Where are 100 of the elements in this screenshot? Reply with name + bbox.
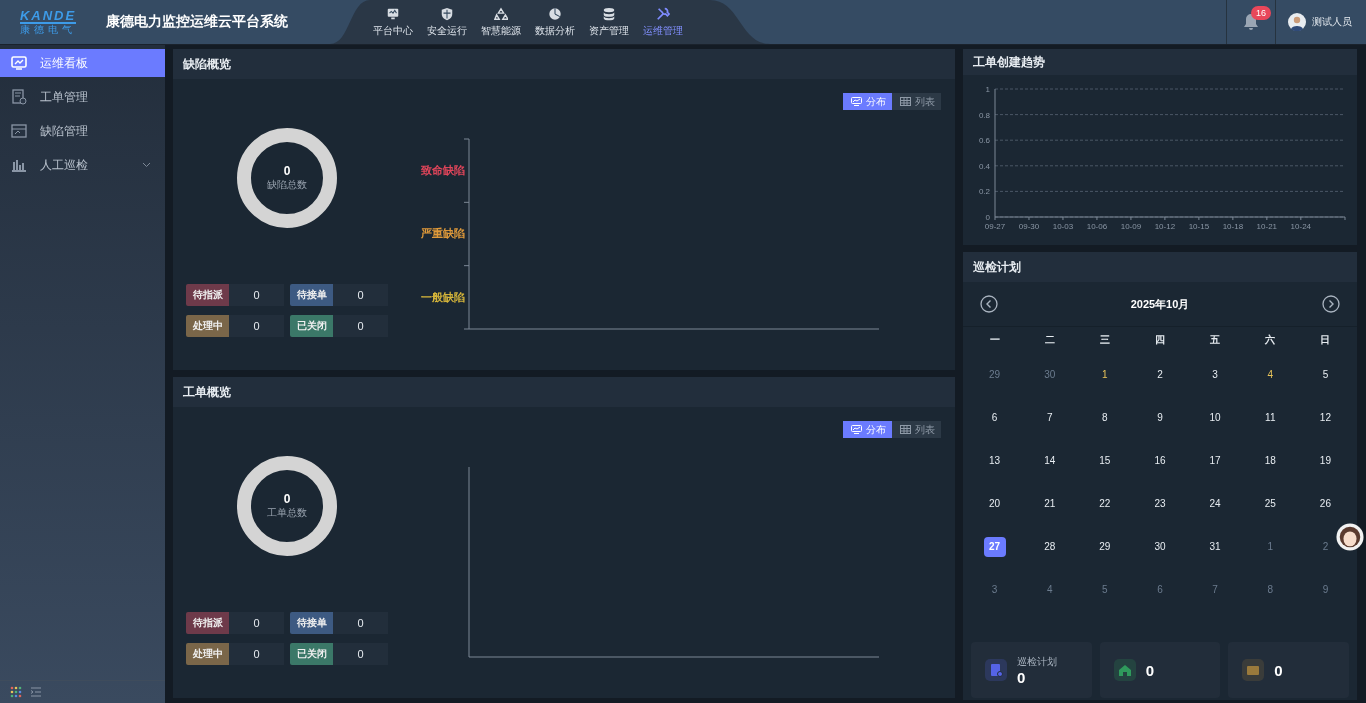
calendar-day[interactable]: 29 (986, 364, 1004, 385)
calendar-day[interactable]: 23 (1151, 493, 1169, 514)
status-count: 0 (229, 315, 284, 337)
x-tick-label: 10-21 (1256, 222, 1278, 231)
y-tick-label: 0.2 (978, 187, 990, 197)
database-icon (602, 6, 616, 21)
panel-title: 工单概览 (173, 377, 955, 407)
sidebar-item[interactable]: 人工巡检 (0, 151, 165, 179)
calendar-day[interactable]: 5 (1319, 364, 1332, 385)
apps-grid-icon[interactable] (10, 686, 22, 698)
weekday-label: 五 (1210, 333, 1221, 347)
axis-label: 致命缺陷 (421, 163, 465, 179)
assistant-avatar[interactable] (1336, 523, 1364, 551)
calendar-day[interactable]: 6 (988, 407, 1001, 428)
stat-value: 0 (1145, 661, 1154, 679)
y-tick-label: 0 (985, 213, 990, 222)
sidebar-item[interactable]: 工单管理 (0, 83, 165, 111)
view-tab[interactable]: 分布 (843, 93, 892, 110)
calendar-day[interactable]: 3 (988, 579, 1001, 600)
monitor-icon (851, 97, 862, 106)
calendar-day[interactable]: 24 (1206, 493, 1224, 514)
calendar-day[interactable]: 30 (1041, 364, 1059, 385)
user-avatar[interactable] (1288, 13, 1306, 31)
status-count: 0 (333, 315, 388, 337)
calendar-day[interactable]: 26 (1316, 493, 1334, 514)
calendar-day[interactable]: 4 (1264, 364, 1277, 385)
calendar-day[interactable]: 1 (1264, 536, 1277, 557)
x-tick-label: 10-03 (1052, 222, 1074, 231)
nav-tab[interactable]: 数据分析 (528, 0, 582, 44)
stat-label: 巡检计划 (1017, 654, 1057, 669)
monitor-icon (386, 6, 400, 21)
sidebar-item[interactable]: 缺陷管理 (0, 117, 165, 145)
nav-tab[interactable]: 智慧能源 (474, 0, 528, 44)
calendar-day[interactable]: 15 (1096, 450, 1114, 471)
previous-month-icon[interactable] (980, 295, 998, 313)
status-tag: 待接单 (290, 284, 333, 306)
status-tag: 已关闭 (290, 315, 333, 337)
nav-tab[interactable]: 平台中心 (366, 0, 420, 44)
calendar-day[interactable]: 14 (1041, 450, 1059, 471)
nav-tab[interactable]: 资产管理 (582, 0, 636, 44)
logo-subtitle: 康德电气 (20, 23, 76, 36)
status-tag: 待指派 (186, 284, 229, 306)
x-tick-label: 10-09 (1120, 222, 1142, 231)
calendar-day[interactable]: 11 (1262, 407, 1279, 428)
weekday-label: 四 (1155, 333, 1165, 347)
stat-value: 0 (1017, 668, 1027, 686)
calendar-day[interactable]: 12 (1316, 407, 1334, 428)
weekday-label: 六 (1265, 333, 1276, 347)
sidebar-item[interactable]: 运维看板 (0, 49, 165, 77)
user-name[interactable]: 测试人员 (1312, 15, 1352, 29)
calendar-day[interactable]: 4 (1043, 579, 1056, 600)
calendar-day[interactable]: 19 (1316, 450, 1334, 471)
weekday-label: 二 (1044, 333, 1055, 347)
calendar-day[interactable]: 9 (1154, 407, 1166, 428)
view-tab[interactable]: 分布 (843, 421, 892, 438)
pie-chart-icon (548, 6, 562, 21)
x-tick-label: 10-06 (1086, 222, 1108, 231)
calendar-day[interactable]: 8 (1264, 579, 1277, 600)
next-month-icon[interactable] (1322, 295, 1340, 313)
calendar-day[interactable]: 28 (1041, 536, 1059, 557)
calendar-day[interactable]: 31 (1206, 536, 1224, 557)
calendar-day[interactable]: 6 (1154, 579, 1166, 600)
calendar-day[interactable]: 7 (1209, 579, 1221, 600)
calendar-day[interactable]: 18 (1261, 450, 1279, 471)
calendar-day[interactable]: 9 (1319, 579, 1332, 600)
calendar-day[interactable]: 22 (1096, 493, 1114, 514)
total-label: 工单总数 (267, 506, 307, 520)
calendar-day[interactable]: 16 (1151, 450, 1169, 471)
x-tick-label: 10-18 (1222, 222, 1244, 231)
calendar-day[interactable]: 10 (1206, 407, 1224, 428)
nav-tab[interactable]: 运维管理 (636, 0, 690, 44)
status-count: 0 (333, 612, 388, 634)
status-tag: 已关闭 (290, 643, 333, 665)
status-tag: 处理中 (186, 315, 229, 337)
stat-value: 0 (1274, 661, 1283, 679)
panel-title: 缺陷概览 (173, 49, 955, 79)
view-tab[interactable]: 列表 (892, 93, 941, 110)
calendar-day[interactable]: 30 (1151, 536, 1169, 557)
view-tab[interactable]: 列表 (892, 421, 941, 438)
calendar-day[interactable]: 2 (1154, 364, 1166, 385)
calendar-day[interactable]: 3 (1209, 364, 1221, 385)
calendar-day[interactable]: 20 (986, 493, 1004, 514)
tools-icon (656, 6, 670, 21)
nav-tab[interactable]: 安全运行 (420, 0, 474, 44)
calendar-day[interactable]: 21 (1041, 493, 1059, 514)
calendar-day[interactable]: 8 (1099, 407, 1111, 428)
calendar-day[interactable]: 29 (1096, 536, 1114, 557)
calendar-day[interactable]: 27 (983, 536, 1006, 557)
calendar-day[interactable]: 2 (1319, 536, 1332, 557)
status-count: 0 (229, 284, 284, 306)
x-tick-label: 10-15 (1188, 222, 1210, 231)
x-tick-label: 09-30 (1018, 222, 1040, 231)
calendar-day[interactable]: 17 (1206, 450, 1224, 471)
calendar-day[interactable]: 25 (1261, 493, 1279, 514)
status-count: 0 (229, 612, 284, 634)
weekday-label: 三 (1099, 333, 1110, 347)
calendar-day[interactable]: 7 (1043, 407, 1056, 428)
calendar-day[interactable]: 5 (1099, 579, 1111, 600)
calendar-day[interactable]: 13 (986, 450, 1004, 471)
calendar-day[interactable]: 1 (1099, 364, 1111, 385)
